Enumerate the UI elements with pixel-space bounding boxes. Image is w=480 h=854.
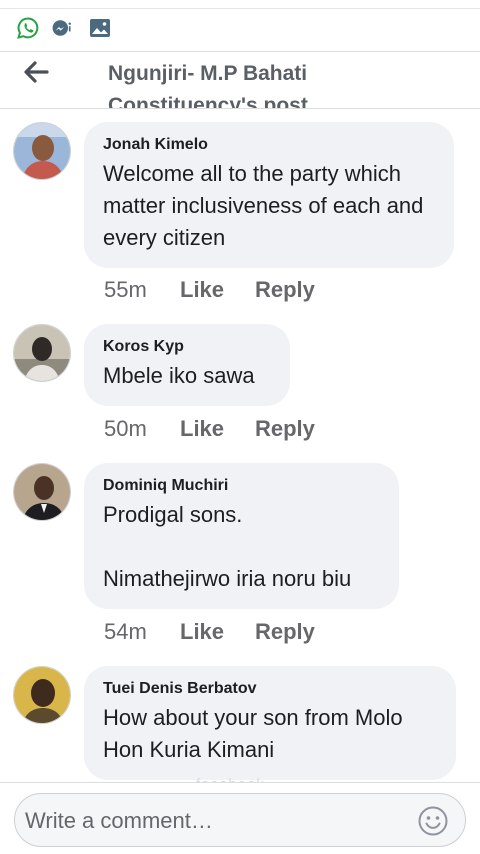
avatar[interactable]: [13, 122, 71, 180]
avatar-photo: [14, 464, 70, 520]
comment-meta: 55m Like Reply: [104, 276, 315, 304]
back-button[interactable]: [20, 56, 52, 88]
avatar-photo: [14, 123, 70, 179]
comment-bubble[interactable]: Koros Kyp Mbele iko sawa: [84, 324, 290, 406]
back-arrow-icon: [24, 61, 49, 83]
comment-meta: 50m Like Reply: [104, 415, 315, 443]
avatar-photo: [14, 667, 70, 723]
like-button[interactable]: Like: [180, 415, 255, 443]
comment-text: Prodigal sons. Nimathejirwo iria noru bi…: [103, 502, 352, 591]
comment-time: 55m: [104, 277, 147, 302]
status-bar: [0, 0, 480, 52]
comment-author[interactable]: Koros Kyp: [103, 336, 270, 358]
comment-text: How about your son from Molo Hon Kuria K…: [103, 705, 409, 762]
avatar[interactable]: [13, 666, 71, 724]
emoji-icon[interactable]: [417, 805, 449, 837]
comment-text: Welcome all to the party which matter in…: [103, 161, 430, 250]
like-button[interactable]: Like: [180, 618, 255, 646]
comment-meta: 54m Like Reply: [104, 618, 315, 646]
comment-composer[interactable]: [14, 793, 466, 847]
comment-bubble[interactable]: Dominiq Muchiri Prodigal sons. Nimatheji…: [84, 463, 399, 609]
reply-button[interactable]: Reply: [255, 276, 315, 304]
reply-button[interactable]: Reply: [255, 618, 315, 646]
comment-bubble[interactable]: Tuei Denis Berbatov How about your son f…: [84, 666, 456, 780]
avatar[interactable]: [13, 463, 71, 521]
comment-time: 54m: [104, 619, 147, 644]
comment-author[interactable]: Tuei Denis Berbatov: [103, 678, 436, 700]
gallery-icon: [90, 19, 110, 37]
post-title: Ngunjiri- M.P Bahati Constituency's post: [108, 62, 308, 109]
status-top-strip: [0, 0, 480, 9]
comment-text: Mbele iko sawa: [103, 363, 255, 388]
comment-input[interactable]: [25, 802, 405, 840]
comment-time: 50m: [104, 416, 147, 441]
post-header: Ngunjiri- M.P Bahati Constituency's post: [0, 52, 480, 109]
whatsapp-icon: [17, 17, 39, 39]
like-button[interactable]: Like: [180, 276, 255, 304]
avatar[interactable]: [13, 324, 71, 382]
comments-list[interactable]: Jonah Kimelo Welcome all to the party wh…: [0, 110, 480, 788]
reply-button[interactable]: Reply: [255, 415, 315, 443]
messenger-icon: [52, 20, 71, 36]
avatar-photo: [14, 325, 70, 381]
comment-author[interactable]: Jonah Kimelo: [103, 134, 434, 156]
comment-author[interactable]: Dominiq Muchiri: [103, 475, 379, 497]
comment-composer-bar: [0, 782, 480, 854]
comment-bubble[interactable]: Jonah Kimelo Welcome all to the party wh…: [84, 122, 454, 268]
